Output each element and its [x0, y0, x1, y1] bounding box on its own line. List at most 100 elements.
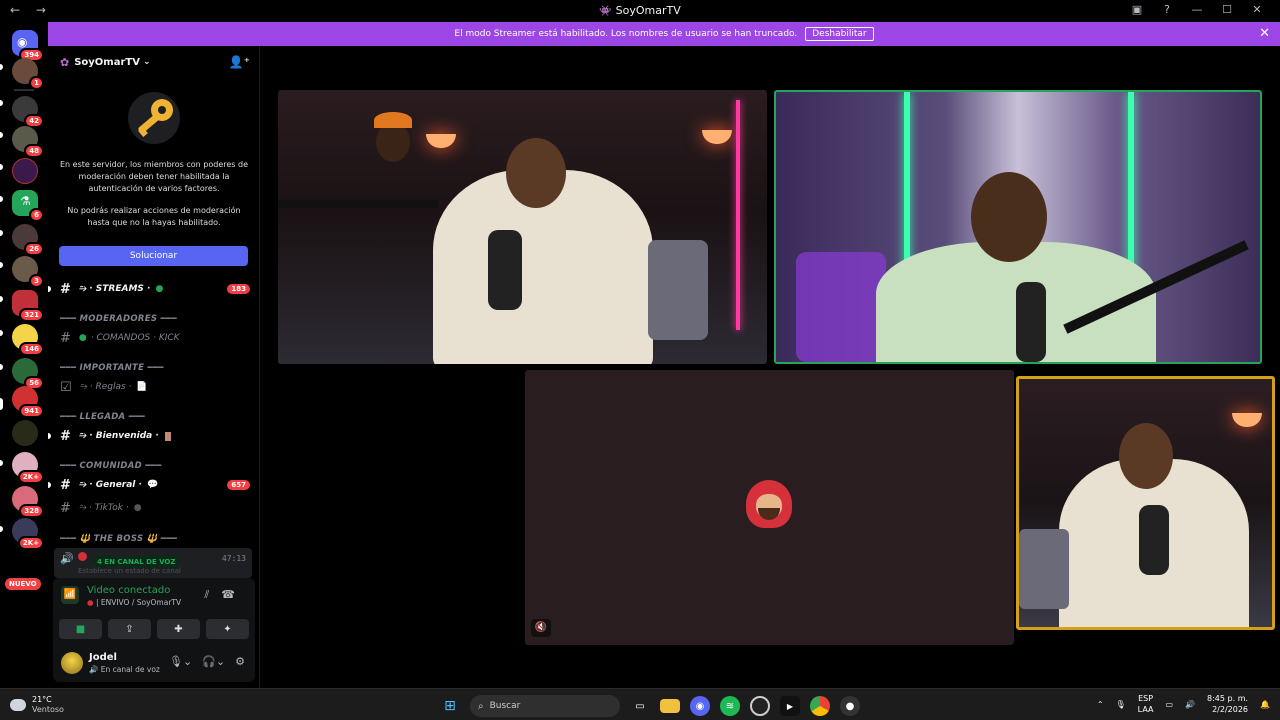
disconnect-icon[interactable]: ☎ — [221, 588, 247, 601]
chrome-icon[interactable] — [810, 696, 830, 716]
orange-hat — [374, 112, 412, 128]
category-comunidad[interactable]: ━━━ COMUNIDAD ━━━ — [60, 461, 162, 471]
channel-general[interactable]: # ⥲ · General · 💬 657 — [60, 476, 250, 494]
voice-channel-row[interactable]: 🔊 4 EN CANAL DE VOZ 47:13 Establece un e… — [54, 548, 252, 578]
video-tile-3-avatar[interactable]: 🔇 — [525, 370, 1014, 645]
server-icon-3[interactable]: 48 — [12, 126, 44, 158]
activities-button[interactable]: ✚ — [157, 619, 200, 639]
camera-button[interactable]: ■ — [59, 619, 102, 639]
network-icon[interactable]: ▭ — [1165, 700, 1173, 709]
settings-gear-icon[interactable]: ⚙ — [235, 655, 245, 668]
headphones-icon[interactable]: 🎧⌄ — [202, 655, 225, 668]
window-title: 👾 SoyOmarTV — [599, 4, 681, 17]
server-icon-14[interactable]: 328 — [12, 486, 44, 518]
guild-separator — [14, 89, 34, 91]
invite-people-icon[interactable]: 👤⁺ — [229, 55, 250, 69]
speech-bubble-icon: 💬 — [146, 480, 159, 490]
weather-condition: Ventoso — [32, 705, 64, 714]
discord-taskbar-icon[interactable]: ◉ — [690, 696, 710, 716]
noise-suppression-icon[interactable]: ⫽ — [204, 588, 221, 601]
server-icon-13[interactable]: 2K+ — [12, 452, 44, 484]
channel-bienvenida[interactable]: # ⥲ · Bienvenida · — [60, 427, 250, 445]
microphone-tray-icon[interactable]: 🎙 — [1116, 700, 1126, 709]
lamp-light — [426, 134, 456, 148]
soundboard-button[interactable]: ✦ — [206, 619, 249, 639]
clock-time: 8:45 p. m. — [1207, 694, 1249, 703]
close-button[interactable]: ✕ — [1242, 3, 1272, 16]
task-view-icon[interactable]: ▭ — [630, 696, 650, 716]
server-icon-7[interactable]: 3 — [12, 256, 44, 288]
hash-icon: # — [60, 281, 71, 297]
server-icon-6[interactable]: 26 — [12, 224, 44, 256]
record-app-icon[interactable]: ● — [840, 696, 860, 716]
video-tile-4-focused[interactable] — [1016, 376, 1275, 630]
document-icon: 📄 — [136, 382, 148, 392]
server-icon-5[interactable]: ⚗ 6 — [12, 190, 44, 222]
microphone — [1139, 505, 1169, 575]
category-llegada[interactable]: ━━━ LLEGADA ━━━ — [60, 412, 145, 422]
server-icon-1[interactable]: 1 — [12, 58, 44, 90]
rules-icon: ☑ — [60, 379, 72, 395]
category-the-boss[interactable]: ━━━ 🔱 THE BOSS 🔱 ━━━ — [60, 534, 177, 544]
server-icon-15[interactable]: 2K+ — [12, 518, 44, 550]
channel-streams[interactable]: # ⥲ · STREAMS · ● 183 — [60, 280, 250, 298]
neon-strip — [736, 100, 740, 330]
direct-messages-button[interactable]: ◉ 394 — [12, 30, 44, 62]
obs-icon[interactable] — [750, 696, 770, 716]
screen-share-button[interactable]: ⇪ — [108, 619, 151, 639]
signal-icon[interactable]: 📶 — [61, 586, 79, 604]
minimize-button[interactable]: — — [1182, 3, 1212, 16]
weather-widget[interactable]: 21°C Ventoso — [10, 695, 64, 715]
file-explorer-icon[interactable] — [660, 699, 680, 713]
solve-button[interactable]: Solucionar — [59, 246, 248, 266]
volume-icon[interactable]: 🔊 — [1185, 700, 1195, 709]
clock[interactable]: 8:45 p. m. 2/2/2026 — [1207, 693, 1248, 715]
server-icon-11[interactable]: 941 — [12, 386, 44, 418]
capcut-icon[interactable]: ▶ — [780, 696, 800, 716]
channel-status-hint[interactable]: Establece un estado de canal — [78, 567, 181, 575]
help-icon[interactable]: ? — [1152, 3, 1182, 16]
chevron-up-icon[interactable]: ⌃ — [1097, 700, 1104, 709]
server-icon-10[interactable]: 56 — [12, 358, 44, 390]
notification-bell-icon[interactable]: 🔔 — [1260, 700, 1270, 709]
figure-head — [376, 122, 410, 162]
microphone — [1016, 282, 1046, 362]
maximize-button[interactable]: ☐ — [1212, 3, 1242, 16]
unread-pip — [0, 100, 3, 106]
category-importante[interactable]: ━━━ IMPORTANTE ━━━ — [60, 363, 164, 373]
server-icon-12[interactable] — [12, 420, 38, 446]
temperature: 21°C — [32, 695, 52, 704]
window-controls: ▣ ? — ☐ ✕ — [1122, 3, 1272, 16]
unread-pip — [0, 460, 3, 466]
video-tile-1[interactable] — [278, 90, 767, 364]
server-header[interactable]: ✿ SoyOmarTV ⌄ 👤⁺ — [48, 46, 260, 78]
disable-streamer-button[interactable]: Deshabilitar — [805, 27, 874, 41]
category-moderadores[interactable]: ━━━ MODERADORES ━━━ — [60, 314, 177, 324]
language-indicator[interactable]: ESP LAA — [1138, 693, 1154, 715]
purple-light — [796, 252, 886, 362]
start-button[interactable]: ⊞ — [440, 696, 460, 716]
channel-reglas[interactable]: ☑ ⥲ · Reglas · 📄 — [60, 378, 250, 396]
spotify-icon[interactable]: ≋ — [720, 696, 740, 716]
server-icon-9[interactable]: 146 — [12, 324, 44, 356]
microphone — [488, 230, 522, 310]
video-tile-2-speaking[interactable] — [774, 90, 1262, 364]
connection-status: Video conectado — [87, 585, 171, 596]
hash-icon: # — [60, 330, 71, 346]
server-name: SoyOmarTV — [74, 56, 140, 68]
user-status: 🔊 En canal de voz — [89, 665, 160, 674]
search-box[interactable]: ⌕ Buscar — [470, 695, 620, 717]
connection-channel[interactable]: ● | ENVIVO / SoyOmarTV — [87, 598, 181, 607]
close-banner-icon[interactable]: ✕ — [1259, 26, 1270, 41]
channel-sidebar: ✿ SoyOmarTV ⌄ 👤⁺ En este servidor, los m… — [48, 46, 260, 688]
inbox-icon[interactable]: ▣ — [1122, 3, 1152, 16]
cloud-icon — [10, 699, 26, 711]
microphone-icon[interactable]: 🎙⌄ — [169, 655, 192, 668]
server-icon-8[interactable]: 321 — [12, 290, 44, 322]
server-icon-4[interactable] — [12, 158, 38, 184]
channel-comandos[interactable]: # ● · COMANDOS · KICK — [60, 329, 250, 347]
username[interactable]: Jodel — [89, 652, 117, 663]
server-icon-2[interactable]: 42 — [12, 96, 44, 128]
avatar[interactable] — [61, 652, 83, 674]
channel-tiktok[interactable]: # ⥲ · TikTok · ● — [60, 499, 250, 517]
